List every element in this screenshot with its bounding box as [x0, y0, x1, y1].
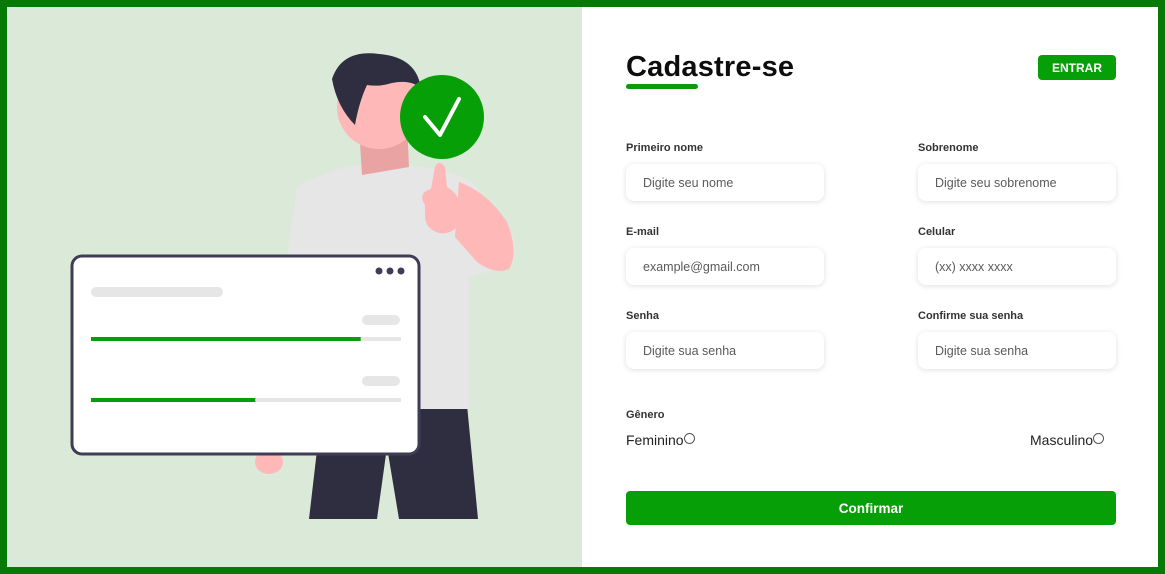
card-menu-dot-icon [375, 267, 383, 275]
page-title: Cadastre-se [626, 51, 795, 83]
login-button[interactable]: ENTRAR [1038, 55, 1116, 80]
progress-fill [91, 398, 256, 402]
progress-fill [91, 337, 361, 341]
email-label: E-mail [626, 226, 660, 238]
card-heading-placeholder [91, 287, 223, 297]
first-name-label: Primeiro nome [626, 142, 704, 154]
gender-label: Gênero [626, 409, 665, 421]
email-input[interactable] [626, 248, 824, 285]
card-menu-dot-icon [397, 267, 405, 275]
confirm-password-label: Confirme sua senha [918, 310, 1024, 322]
check-circle-icon [400, 75, 484, 159]
first-name-input[interactable] [626, 164, 824, 201]
title-underline [626, 84, 698, 89]
signup-form: Cadastre-se ENTRAR Primeiro nome Sobreno… [582, 7, 1158, 567]
radio-feminino[interactable] [683, 432, 695, 444]
card-tag-placeholder [362, 315, 400, 325]
phone-input[interactable] [918, 248, 1116, 285]
signup-illustration [70, 53, 515, 519]
card-tag-placeholder [362, 376, 400, 386]
radio-masculino[interactable] [1093, 432, 1105, 444]
progress-card [70, 254, 421, 456]
page-frame: Cadastre-se ENTRAR Primeiro nome Sobreno… [7, 7, 1158, 567]
gender-option-label: Feminino [626, 432, 684, 448]
card-menu-dot-icon [386, 267, 394, 275]
confirm-password-input[interactable] [918, 332, 1116, 369]
gender-option-masculino[interactable]: Masculino [1030, 432, 1105, 448]
password-input[interactable] [626, 332, 824, 369]
gender-option-label: Masculino [1030, 432, 1094, 448]
password-label: Senha [626, 310, 660, 322]
illustration-panel [7, 7, 582, 567]
last-name-input[interactable] [918, 164, 1116, 201]
last-name-label: Sobrenome [918, 142, 979, 154]
gender-option-feminino[interactable]: Feminino [626, 432, 695, 448]
phone-label: Celular [918, 226, 956, 238]
confirm-button[interactable]: Confirmar [626, 491, 1116, 525]
